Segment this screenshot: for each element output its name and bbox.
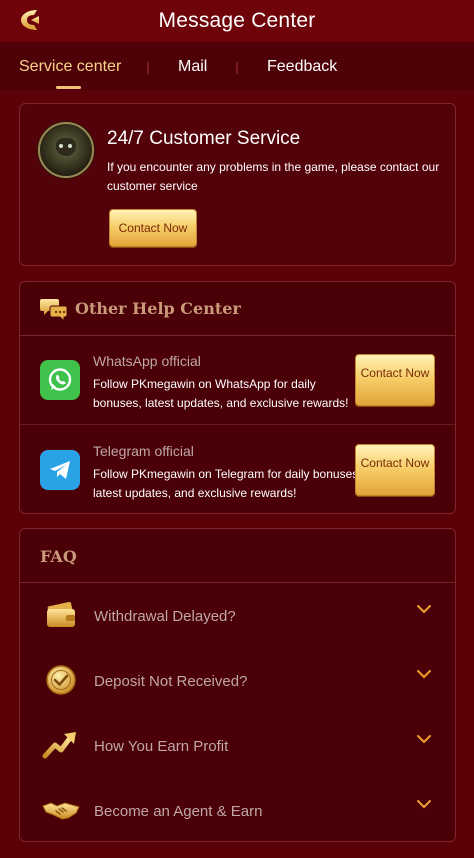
- contact-now-button[interactable]: Contact Now: [109, 209, 197, 247]
- faq-label: Withdrawal Delayed?: [94, 608, 236, 625]
- help-section-header: Other Help Center: [20, 282, 455, 336]
- tab-divider: [147, 62, 149, 74]
- customer-service-robot-avatar: [38, 122, 94, 178]
- customer-service-title: 24/7 Customer Service: [107, 128, 301, 149]
- other-help-center-card: Other Help Center WhatsApp official Foll…: [19, 281, 456, 514]
- faq-item-profit[interactable]: How You Earn Profit: [20, 714, 455, 779]
- header-bar: Message Center: [0, 0, 474, 42]
- whatsapp-description: Follow PKmegawin on WhatsApp for daily b…: [93, 377, 349, 410]
- chat-bubbles-icon: [40, 299, 68, 322]
- customer-service-description: If you encounter any problems in the gam…: [107, 160, 440, 193]
- faq-label: How You Earn Profit: [94, 738, 229, 755]
- faq-item-agent[interactable]: Become an Agent & Earn: [20, 779, 455, 844]
- telegram-glyph: [50, 461, 70, 479]
- faq-item-withdrawal[interactable]: Withdrawal Delayed?: [20, 584, 455, 649]
- page-title: Message Center: [158, 9, 316, 32]
- chevron-down-icon: [417, 800, 431, 809]
- back-button[interactable]: [14, 4, 46, 36]
- growth-arrow-icon: [42, 732, 76, 759]
- faq-title: FAQ: [40, 547, 77, 566]
- whatsapp-name: WhatsApp official: [93, 353, 201, 369]
- telegram-contact-button[interactable]: Contact Now: [355, 444, 435, 496]
- chevron-down-icon: [417, 670, 431, 679]
- help-item-whatsapp: WhatsApp official Follow PKmegawin on Wh…: [20, 337, 455, 425]
- chevron-down-icon: [417, 605, 431, 614]
- gold-coin-check-icon: [46, 665, 76, 695]
- telegram-description: Follow PKmegawin on Telegram for daily b…: [93, 467, 362, 500]
- whatsapp-glyph: [48, 368, 72, 391]
- faq-item-deposit[interactable]: Deposit Not Received?: [20, 649, 455, 714]
- telegram-name: Telegram official: [93, 443, 194, 459]
- avatar-face: [56, 138, 76, 156]
- tab-feedback[interactable]: Feedback: [267, 58, 337, 76]
- customer-service-card: 24/7 Customer Service If you encounter a…: [19, 103, 456, 266]
- avatar-eye: [68, 144, 72, 148]
- faq-label: Deposit Not Received?: [94, 673, 248, 690]
- back-arrow-icon: [21, 10, 39, 30]
- chevron-down-icon: [417, 735, 431, 744]
- tab-mail[interactable]: Mail: [178, 58, 207, 76]
- avatar-eye: [59, 144, 63, 148]
- tab-service-center[interactable]: Service center: [19, 58, 121, 76]
- whatsapp-contact-button[interactable]: Contact Now: [355, 354, 435, 406]
- handshake-icon: [42, 802, 80, 820]
- help-item-telegram: Telegram official Follow PKmegawin on Te…: [20, 427, 455, 515]
- tab-divider: [236, 62, 238, 74]
- wallet-icon: [47, 601, 75, 627]
- faq-header: FAQ: [20, 529, 455, 583]
- faq-card: FAQ Withdrawal Delayed? Deposit Not Rece…: [19, 528, 456, 842]
- telegram-icon: [40, 450, 80, 490]
- whatsapp-icon: [40, 360, 80, 400]
- faq-label: Become an Agent & Earn: [94, 803, 263, 820]
- help-section-title: Other Help Center: [75, 299, 241, 318]
- active-tab-indicator: [56, 86, 81, 89]
